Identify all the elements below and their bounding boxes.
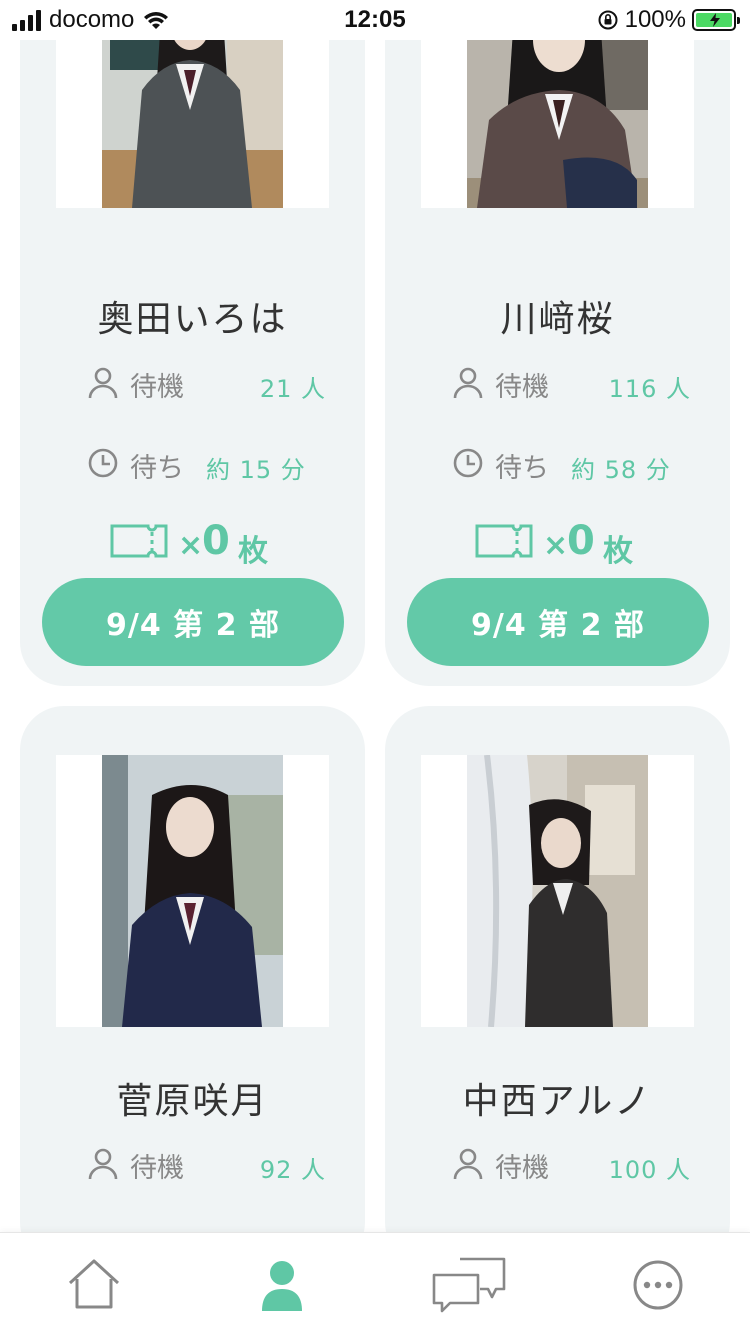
member-card[interactable]: 菅原咲月 待機 92 人 — [20, 706, 365, 1266]
waiting-row: 待機 92 人 — [86, 1144, 326, 1184]
chat-icon — [432, 1257, 506, 1313]
wait-time-row: 待ち 約 58 分 — [451, 444, 691, 484]
ticket-multiplier: × — [543, 528, 569, 563]
wait-label: 待ち — [130, 453, 184, 484]
wait-time-row: 待ち 約 15 分 — [86, 444, 326, 484]
rotation-lock-icon — [598, 10, 618, 30]
member-photo — [467, 755, 648, 1027]
waiting-row: 待機 21 人 — [86, 363, 326, 403]
waiting-count: 116 人 — [608, 375, 691, 403]
ticket-count: 0 — [202, 518, 230, 564]
tab-members[interactable] — [250, 1253, 314, 1317]
ticket-icon — [110, 524, 168, 558]
member-card[interactable]: 中西アルノ 待機 100 人 — [385, 706, 730, 1266]
member-photo-frame — [56, 755, 329, 1027]
person-icon — [88, 1148, 118, 1180]
member-photo — [102, 755, 283, 1027]
ticket-row: × 0 枚 — [110, 518, 290, 569]
more-icon — [633, 1260, 683, 1310]
tab-chat[interactable] — [430, 1253, 508, 1317]
ticket-unit: 枚 — [603, 534, 633, 569]
person-icon — [453, 367, 483, 399]
screen: docomo 12:05 100% 奥田いろは 待機 21 人 待ち 約 15 … — [0, 0, 750, 1334]
battery-icon — [692, 9, 740, 31]
waiting-label: 待機 — [495, 372, 549, 403]
clock-icon — [453, 448, 483, 478]
member-card[interactable]: 川﨑桜 待機 116 人 待ち 約 58 分 × 0 枚 9/4 第 2 部 — [385, 0, 730, 686]
member-name: 奥田いろは — [97, 299, 288, 340]
tab-home[interactable] — [62, 1253, 126, 1317]
waiting-count: 100 人 — [608, 1156, 691, 1184]
member-name: 菅原咲月 — [116, 1081, 269, 1122]
tab-more[interactable] — [626, 1253, 690, 1317]
member-card[interactable]: 奥田いろは 待機 21 人 待ち 約 15 分 × 0 枚 9/4 第 2 部 — [20, 0, 365, 686]
ticket-count: 0 — [567, 518, 595, 564]
waiting-label: 待機 — [495, 1153, 549, 1184]
waiting-count: 92 人 — [259, 1156, 326, 1184]
clock-icon — [88, 448, 118, 478]
ticket-icon — [475, 524, 533, 558]
ticket-row: × 0 枚 — [475, 518, 655, 569]
status-bar: docomo 12:05 100% — [0, 0, 750, 40]
person-icon — [88, 367, 118, 399]
waiting-row: 待機 100 人 — [451, 1144, 691, 1184]
ticket-unit: 枚 — [238, 534, 268, 569]
waiting-count: 21 人 — [259, 375, 326, 403]
tab-bar — [0, 1232, 750, 1334]
waiting-label: 待機 — [130, 1153, 184, 1184]
session-button[interactable]: 9/4 第 2 部 — [42, 578, 344, 666]
wait-label: 待ち — [495, 453, 549, 484]
member-photo-frame — [421, 755, 694, 1027]
person-icon — [453, 1148, 483, 1180]
member-name: 川﨑桜 — [500, 299, 615, 340]
session-button[interactable]: 9/4 第 2 部 — [407, 578, 709, 666]
status-right: 100% — [597, 6, 740, 34]
battery-percent: 100% — [624, 6, 686, 33]
ticket-multiplier: × — [178, 528, 204, 563]
wait-time: 約 15 分 — [206, 456, 306, 484]
waiting-label: 待機 — [130, 372, 184, 403]
member-name: 中西アルノ — [462, 1081, 653, 1122]
home-icon — [68, 1259, 120, 1309]
wait-time: 約 58 分 — [571, 456, 671, 484]
person-icon — [262, 1261, 302, 1311]
waiting-row: 待機 116 人 — [451, 363, 691, 403]
